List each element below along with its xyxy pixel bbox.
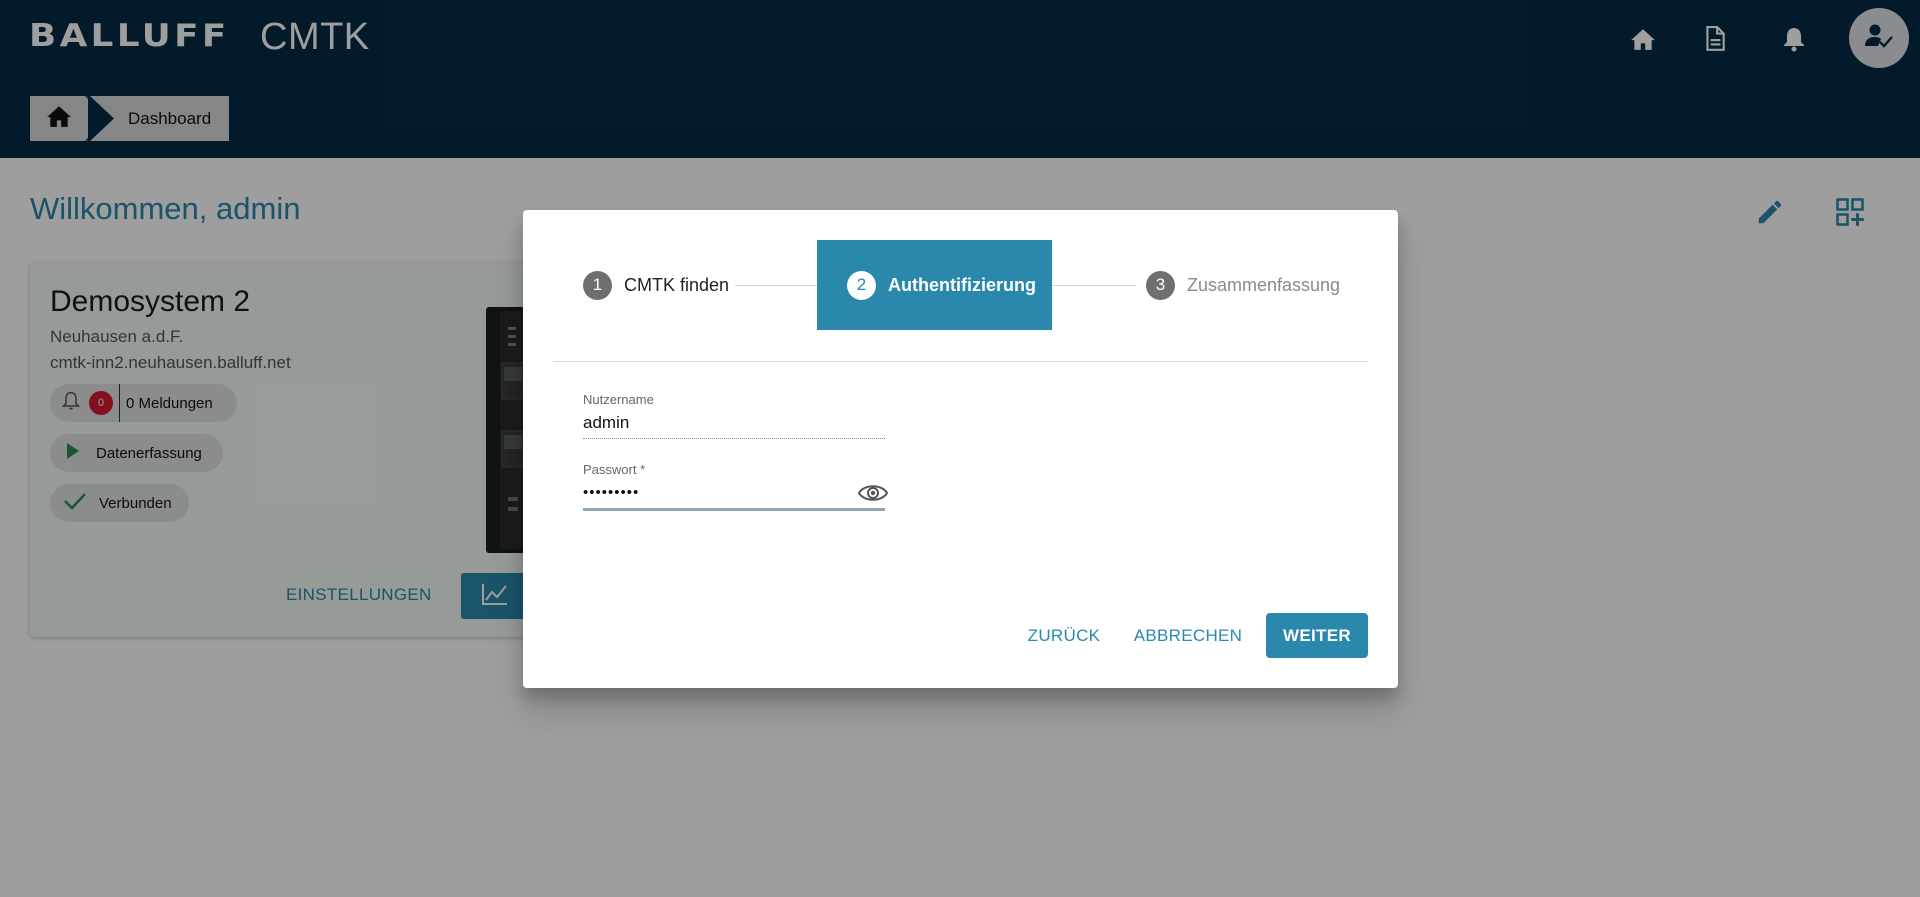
step-zusammenfassung: 3 Zusammenfassung	[1146, 240, 1340, 330]
back-button[interactable]: ZURÜCK	[1026, 613, 1102, 658]
password-field[interactable]: •••••••••	[583, 484, 639, 501]
step-connector	[1052, 285, 1136, 286]
connect-dialog: 1 CMTK finden 2 Authentifizierung 3 Zusa…	[523, 210, 1398, 688]
username-field[interactable]: admin	[583, 413, 629, 433]
step-label: CMTK finden	[624, 274, 730, 295]
step-cmtk-finden: 1 CMTK finden	[583, 240, 729, 330]
step-label: Zusammenfassung	[1187, 274, 1341, 295]
password-underline	[583, 508, 885, 511]
step-authentifizierung: 2 Authentifizierung	[817, 240, 1052, 330]
step-number: 3	[1146, 270, 1175, 300]
dialog-divider	[553, 361, 1368, 362]
step-connector	[735, 285, 817, 286]
show-password-icon[interactable]	[857, 482, 889, 509]
step-number: 2	[847, 270, 876, 300]
cancel-button[interactable]: ABBRECHEN	[1133, 613, 1243, 658]
step-label: Authentifizierung	[888, 274, 1036, 295]
step-number: 1	[583, 270, 612, 300]
next-button[interactable]: WEITER	[1266, 613, 1368, 658]
username-label: Nutzername	[583, 392, 654, 407]
password-label: Passwort *	[583, 462, 646, 477]
username-underline	[583, 438, 885, 439]
